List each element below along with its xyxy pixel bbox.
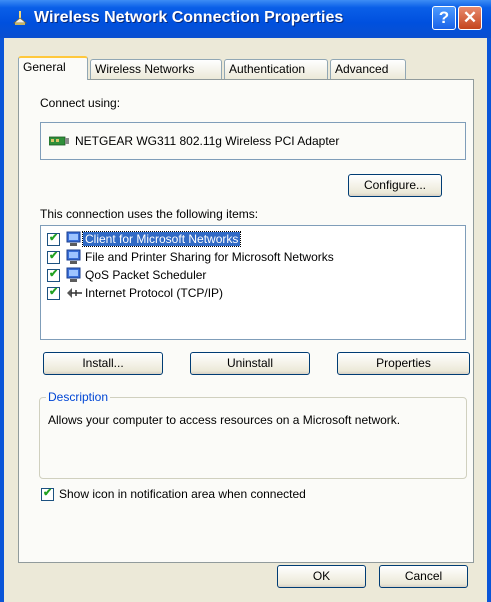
file-printer-sharing-icon [66, 249, 81, 264]
general-tab-panel: Connect using: NETGEAR WG311 802.11g Wir… [18, 79, 474, 563]
connect-using-label: Connect using: [40, 96, 121, 110]
show-icon-label: Show icon in notification area when conn… [59, 487, 306, 501]
item-label: QoS Packet Scheduler [85, 268, 207, 282]
properties-window: Wireless Network Connection Properties ?… [0, 0, 491, 602]
description-group: Description Allows your computer to acce… [39, 390, 467, 479]
dialog-body: General Wireless Networks Authentication… [4, 38, 487, 602]
tab-authentication[interactable]: Authentication [224, 59, 328, 79]
components-list[interactable]: ✔ Client for Microsoft Networks ✔ File a… [40, 225, 466, 340]
items-label: This connection uses the following items… [40, 207, 259, 221]
network-client-icon [66, 231, 81, 246]
qos-scheduler-icon [66, 267, 81, 282]
checkmark-icon: ✔ [49, 232, 59, 244]
ok-button[interactable]: OK [277, 565, 366, 588]
adapter-name: NETGEAR WG311 802.11g Wireless PCI Adapt… [75, 134, 340, 148]
close-icon: ✕ [462, 8, 478, 27]
tab-wireless-networks[interactable]: Wireless Networks [90, 59, 222, 79]
item-checkbox[interactable]: ✔ [47, 250, 60, 264]
help-button[interactable]: ? [432, 6, 456, 30]
item-label: File and Printer Sharing for Microsoft N… [85, 250, 334, 264]
item-checkbox[interactable]: ✔ [47, 286, 60, 300]
window-title: Wireless Network Connection Properties [34, 9, 344, 26]
checkmark-icon: ✔ [49, 250, 59, 262]
item-label: Client for Microsoft Networks [81, 231, 242, 247]
checkmark-icon: ✔ [49, 268, 59, 280]
uninstall-button[interactable]: Uninstall [190, 352, 310, 375]
adapter-box: NETGEAR WG311 802.11g Wireless PCI Adapt… [40, 122, 466, 160]
description-text: Allows your computer to access resources… [48, 413, 401, 427]
install-button[interactable]: Install... [43, 352, 163, 375]
item-label: Internet Protocol (TCP/IP) [85, 286, 224, 300]
tab-advanced[interactable]: Advanced [330, 59, 406, 79]
close-button[interactable]: ✕ [458, 6, 482, 30]
tab-general[interactable]: General [18, 56, 88, 80]
properties-button[interactable]: Properties [337, 352, 470, 375]
checkmark-icon: ✔ [49, 286, 59, 298]
configure-button[interactable]: Configure... [348, 174, 442, 197]
protocol-icon [67, 288, 82, 298]
description-title: Description [46, 390, 111, 404]
cancel-button[interactable]: Cancel [379, 565, 468, 588]
show-icon-checkbox[interactable]: ✔ [41, 487, 54, 501]
checkmark-icon: ✔ [43, 487, 53, 499]
item-checkbox[interactable]: ✔ [47, 232, 60, 246]
item-checkbox[interactable]: ✔ [47, 268, 60, 282]
network-adapter-icon [49, 136, 69, 146]
network-connection-icon [12, 11, 28, 25]
title-bar[interactable]: Wireless Network Connection Properties ?… [0, 0, 491, 38]
